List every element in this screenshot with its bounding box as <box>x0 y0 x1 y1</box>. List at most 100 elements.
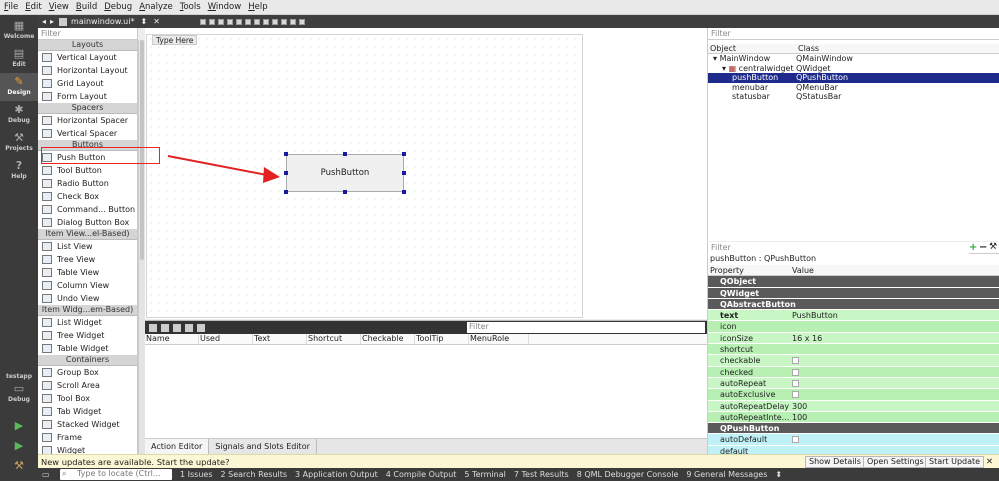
widget-item[interactable]: Stacked Widget <box>38 418 137 431</box>
widget-filter-input[interactable]: Filter <box>38 28 137 40</box>
widget-item[interactable]: Tree Widget <box>38 329 137 342</box>
widget-item[interactable]: List View <box>38 240 137 253</box>
layout-horizontal-icon[interactable] <box>235 18 242 25</box>
widget-item[interactable]: Check Box <box>38 190 137 203</box>
edit-tab-order-icon[interactable] <box>226 18 233 25</box>
show-details-button[interactable]: Show Details <box>805 456 865 468</box>
pane-qml-debugger[interactable]: 8 QML Debugger Console <box>577 470 679 479</box>
column-header[interactable]: Text <box>253 334 307 344</box>
pane-search-results[interactable]: 2 Search Results <box>221 470 288 479</box>
property-group[interactable]: QPushButton <box>708 423 999 435</box>
toggle-sidebar-icon[interactable]: ▭ <box>42 470 52 479</box>
column-header[interactable]: Shortcut <box>307 334 361 344</box>
pane-test-results[interactable]: 7 Test Results <box>514 470 569 479</box>
object-row[interactable]: ▾ MainWindow QMainWindow <box>708 54 999 64</box>
resize-handle[interactable] <box>343 190 347 194</box>
mode-help[interactable]: ? Help <box>0 157 38 185</box>
delete-action-icon[interactable] <box>185 323 193 332</box>
resize-handle[interactable] <box>343 152 347 156</box>
menu-type-here[interactable]: Type Here <box>152 35 198 45</box>
widget-item[interactable]: Tree View <box>38 253 137 266</box>
layout-grid-icon[interactable] <box>271 18 278 25</box>
mode-debug[interactable]: ✱ Debug <box>0 101 38 129</box>
widget-item[interactable]: Tab Widget <box>38 405 137 418</box>
menu-tools[interactable]: Tools <box>180 2 201 12</box>
locator-input[interactable]: ⌕ Type to locate (Ctrl... <box>60 469 172 480</box>
layout-hsplit-icon[interactable] <box>253 18 260 25</box>
widget-box-scrollbar[interactable] <box>138 40 145 454</box>
build-button[interactable]: ⚒ <box>0 457 38 475</box>
menu-view[interactable]: View <box>49 2 69 12</box>
widget-item[interactable]: Tool Box <box>38 392 137 405</box>
menu-debug[interactable]: Debug <box>104 2 132 12</box>
widget-category[interactable]: Containers <box>38 355 137 366</box>
column-header[interactable]: MenuRole <box>469 334 529 344</box>
object-row[interactable]: menubar QMenuBar <box>708 83 999 93</box>
widget-item[interactable]: Command... Button <box>38 203 137 216</box>
property-row[interactable]: autoRepeatInte... 100 <box>708 411 999 424</box>
object-row[interactable]: ▾ ▦ centralwidget QWidget <box>708 64 999 74</box>
menu-edit[interactable]: Edit <box>25 2 41 12</box>
layout-vertical-icon[interactable] <box>244 18 251 25</box>
run-button[interactable]: ▶ <box>0 417 38 435</box>
close-document-icon[interactable]: ✕ <box>153 17 160 26</box>
property-row[interactable]: shortcut <box>708 344 999 356</box>
resize-handle[interactable] <box>402 152 406 156</box>
action-filter-input[interactable]: Filter <box>467 322 705 333</box>
menu-build[interactable]: Build <box>76 2 97 12</box>
widget-item[interactable]: Vertical Spacer <box>38 127 137 140</box>
property-row[interactable]: iconSize 16 x 16 <box>708 332 999 345</box>
kit-selector[interactable]: testapp ▭ Debug <box>0 371 38 409</box>
widget-item[interactable]: Undo View <box>38 292 137 305</box>
mode-welcome[interactable]: ▦ Welcome <box>0 17 38 45</box>
property-row[interactable]: text PushButton <box>708 310 999 322</box>
debug-run-button[interactable]: ▶ <box>0 437 38 455</box>
widget-item[interactable]: Grid Layout <box>38 77 137 90</box>
form-push-button[interactable]: PushButton <box>286 154 404 192</box>
object-row[interactable]: statusbar QStatusBar <box>708 92 999 102</box>
column-header[interactable]: Object <box>708 44 796 53</box>
open-settings-button[interactable]: Open Settings <box>863 456 928 468</box>
property-group[interactable]: QWidget <box>708 287 999 299</box>
edit-buddies-icon[interactable] <box>217 18 224 25</box>
widget-item[interactable]: Form Layout <box>38 90 137 103</box>
tab-signals-slots[interactable]: Signals and Slots Editor <box>209 439 317 454</box>
autorepeat-checkbox[interactable] <box>792 379 799 387</box>
paste-action-icon[interactable] <box>173 323 181 332</box>
mode-edit[interactable]: ▤ Edit <box>0 45 38 73</box>
property-row[interactable]: autoExclusive <box>708 389 999 401</box>
property-row[interactable]: icon <box>708 321 999 333</box>
column-header[interactable]: Name <box>145 334 199 344</box>
document-tab[interactable]: mainwindow.ui* <box>71 17 134 26</box>
menu-help[interactable]: Help <box>248 2 267 12</box>
configure-icon[interactable]: ⚒ <box>989 242 999 253</box>
adjust-size-icon[interactable] <box>298 18 305 25</box>
widget-category[interactable]: Item Widg...em-Based) <box>38 305 137 316</box>
widget-item[interactable]: Column View <box>38 279 137 292</box>
property-filter-input[interactable]: Filter <box>708 242 969 254</box>
edit-signals-icon[interactable] <box>208 18 215 25</box>
widget-item[interactable]: Table Widget <box>38 342 137 355</box>
pane-general-messages[interactable]: 9 General Messages <box>686 470 767 479</box>
nav-forward-icon[interactable]: ▸ <box>50 17 54 26</box>
layout-vsplit-icon[interactable] <box>262 18 269 25</box>
column-header[interactable]: Class <box>796 44 819 53</box>
autoexclusive-checkbox[interactable] <box>792 391 799 399</box>
pane-issues[interactable]: 1 Issues <box>180 470 213 479</box>
new-action-icon[interactable] <box>149 323 157 332</box>
column-header[interactable]: Used <box>199 334 253 344</box>
widget-item[interactable]: Group Box <box>38 366 137 379</box>
autodefault-checkbox[interactable] <box>792 436 799 444</box>
pane-application-output[interactable]: 3 Application Output <box>295 470 378 479</box>
resize-handle[interactable] <box>402 190 406 194</box>
pane-terminal[interactable]: 5 Terminal <box>464 470 505 479</box>
object-filter-input[interactable]: Filter <box>708 28 999 40</box>
nav-back-icon[interactable]: ◂ <box>42 17 46 26</box>
menu-analyze[interactable]: Analyze <box>139 2 173 12</box>
property-row[interactable]: checked <box>708 366 999 378</box>
column-header[interactable]: ToolTip <box>415 334 469 344</box>
remove-property-icon[interactable]: − <box>979 242 989 253</box>
menu-window[interactable]: Window <box>208 2 242 12</box>
checked-checkbox[interactable] <box>792 368 799 376</box>
widget-item[interactable]: Vertical Layout <box>38 51 137 64</box>
